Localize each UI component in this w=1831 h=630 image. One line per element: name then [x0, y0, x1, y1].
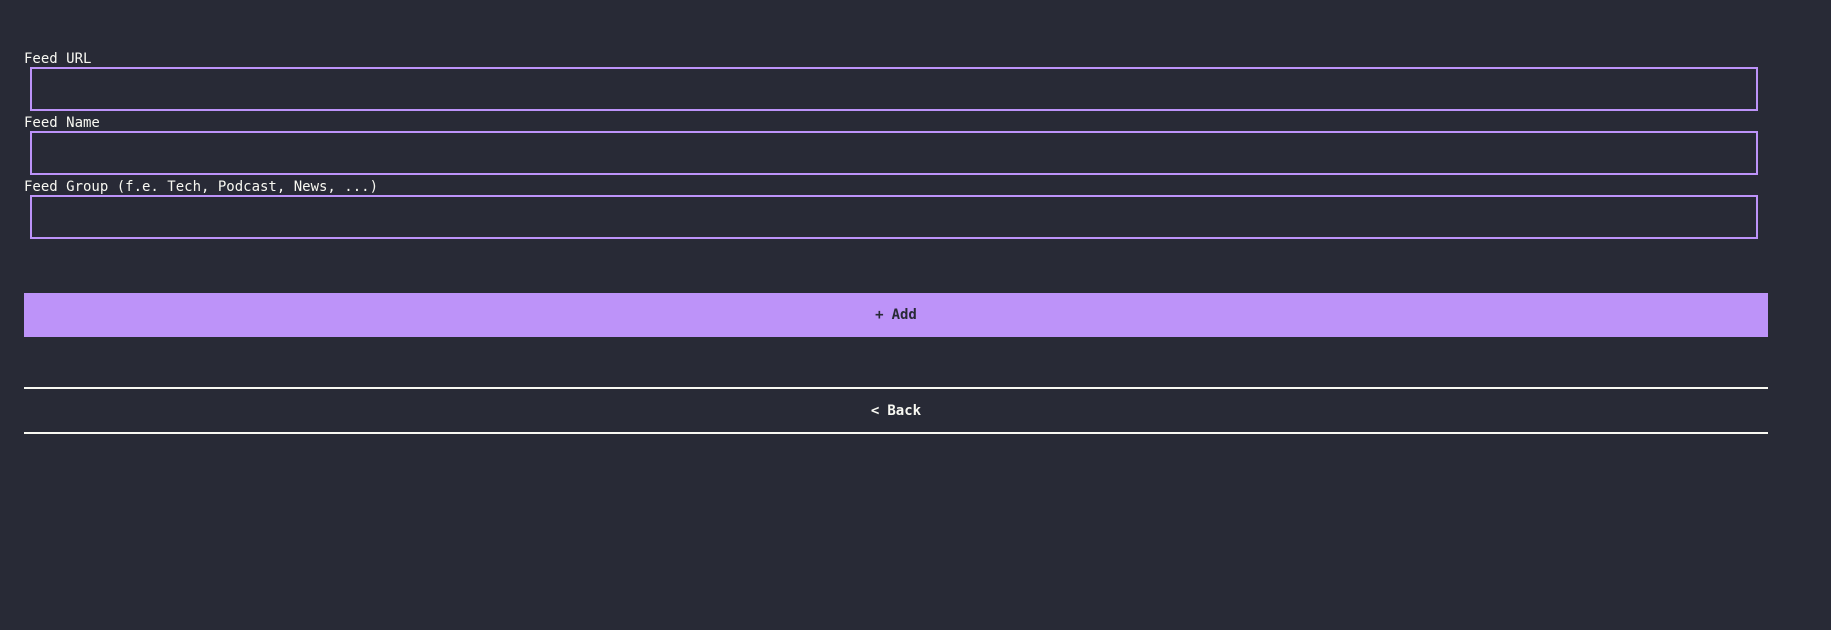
feed-name-input[interactable] — [30, 131, 1758, 175]
feed-name-label: Feed Name — [24, 115, 100, 131]
back-button[interactable]: < Back — [24, 387, 1768, 434]
feed-url-label: Feed URL — [24, 51, 92, 67]
chevron-left-icon: < — [870, 402, 880, 419]
plus-icon: + — [875, 307, 884, 323]
add-feed-page: Feed URL Feed Name Feed Group (f.e. Tech… — [0, 0, 1831, 630]
feed-group-input[interactable] — [30, 195, 1758, 239]
add-button-label: Add — [891, 307, 917, 323]
back-button-label: Back — [887, 402, 922, 419]
add-button[interactable]: + Add — [24, 293, 1768, 337]
feed-url-input[interactable] — [30, 67, 1758, 111]
feed-group-label: Feed Group (f.e. Tech, Podcast, News, ..… — [24, 179, 379, 195]
